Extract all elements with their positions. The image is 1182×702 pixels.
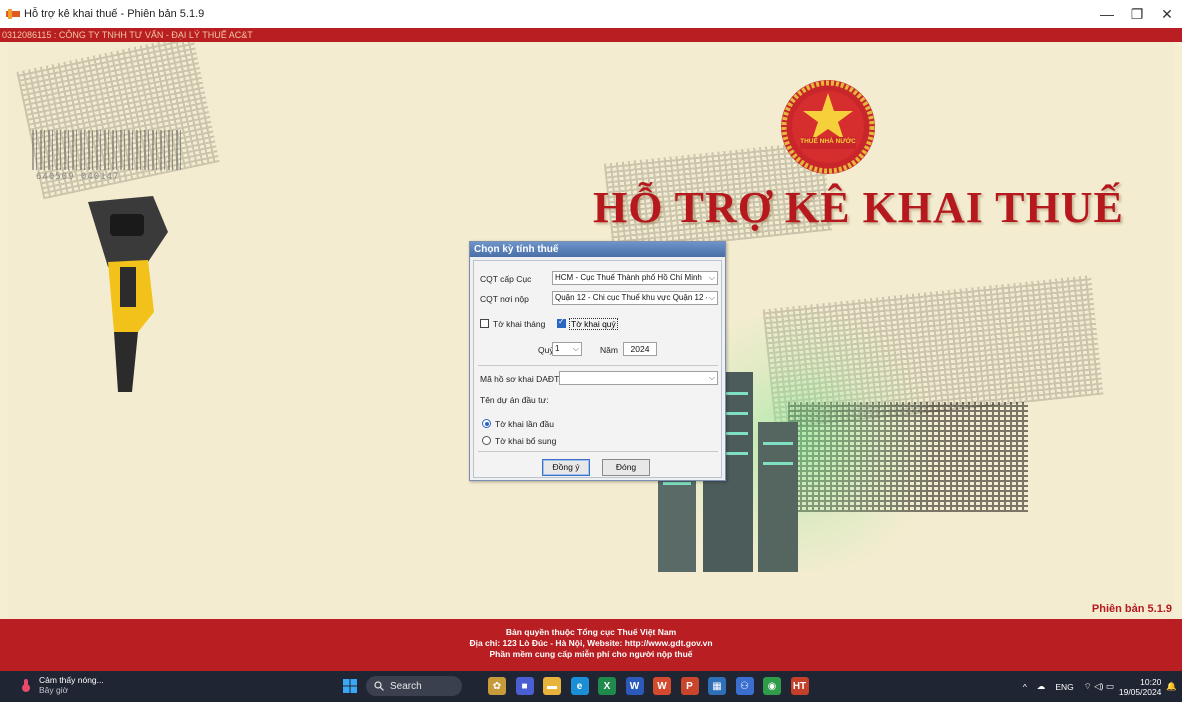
network-volume-battery-icons[interactable]: ⌔ ◁) ▭ — [1084, 681, 1114, 692]
dialog-title: Chọn kỳ tính thuế — [470, 242, 725, 257]
app-main-title: HỖ TRỢ KÊ KHAI THUẾ — [593, 183, 1124, 232]
cqt-cap-cuc-label: CQT cấp Cục — [480, 274, 532, 284]
to-khai-thang-label: Tờ khai tháng — [493, 319, 546, 329]
htkk-app-icon[interactable]: HT — [790, 677, 809, 695]
cqt-noi-nop-select[interactable]: Quận 12 - Chi cục Thuế khu vực Quận 12 -… — [552, 291, 718, 305]
version-label: Phiên bản 5.1.9 — [1091, 603, 1172, 615]
to-khai-lan-dau-label: Tờ khai lần đầu — [495, 419, 554, 429]
thermometer-icon — [22, 679, 30, 692]
to-khai-lan-dau-radio[interactable] — [482, 419, 491, 428]
close-button[interactable]: Đóng — [602, 459, 650, 476]
company-bar: 0312086115 : CÔNG TY TNHH TƯ VẤN - ĐẠI L… — [0, 28, 1182, 42]
weather-subtext: Bây giờ — [39, 685, 69, 695]
divider — [478, 451, 718, 452]
ok-button[interactable]: Đồng ý — [542, 459, 590, 476]
footer-line-3: Phần mềm cung cấp miễn phí cho người nộp… — [489, 649, 693, 659]
cqt-cap-cuc-select[interactable]: HCM - Cục Thuế Thành phố Hồ Chí Minh ⌵ — [552, 271, 718, 285]
chevron-down-icon: ⌵ — [706, 372, 715, 384]
quy-select[interactable]: 1 ⌵ — [552, 342, 582, 356]
quy-value: 1 — [555, 344, 560, 353]
barcode-number: 640509 040147 — [36, 172, 120, 182]
divider — [478, 365, 718, 366]
to-khai-bo-sung-label: Tờ khai bổ sung — [495, 436, 557, 446]
weather-text: Cảm thấy nóng... — [39, 675, 104, 685]
minimize-button[interactable]: — — [1092, 0, 1122, 28]
period-selection-dialog: Chọn kỳ tính thuế CQT cấp Cục HCM - Cục … — [469, 241, 726, 481]
system-tray: ^ ☁ ENG ⌔ ◁) ▭ 10:20 19/05/2024 🔔 — [1018, 671, 1182, 702]
widget-app-icon[interactable]: ✿ — [488, 677, 506, 695]
emblem-text: THUẾ NHÀ NƯỚC — [800, 138, 856, 145]
taskbar-search[interactable]: Search — [366, 676, 462, 696]
cqt-noi-nop-label: CQT nơi nộp — [480, 294, 529, 304]
to-khai-quy-label: Tờ khai quý — [569, 318, 618, 330]
restore-button[interactable]: ❐ — [1122, 0, 1152, 28]
windows-start-icon[interactable] — [343, 679, 357, 693]
calculator-app-icon[interactable]: ▦ — [708, 677, 726, 695]
to-khai-thang-checkbox[interactable] — [480, 319, 489, 328]
app-logo-icon — [6, 9, 20, 19]
barcode-scanner-image — [88, 196, 168, 392]
search-placeholder: Search — [390, 680, 422, 692]
network-app-icon[interactable]: ⚇ — [735, 677, 754, 695]
notification-bell-icon[interactable]: 🔔 — [1166, 681, 1177, 692]
barcode-graphic — [32, 130, 182, 170]
cloud-icon[interactable]: ☁ — [1037, 681, 1046, 692]
ten-du-an-label: Tên dự án đầu tư: — [480, 395, 549, 405]
wps-app-icon[interactable]: W — [653, 677, 671, 695]
copyright-footer: Bản quyền thuộc Tổng cục Thuế Việt Nam Đ… — [0, 619, 1182, 671]
clock[interactable]: 10:20 19/05/2024 — [1119, 677, 1162, 697]
windows-taskbar: Cảm thấy nóng... Bây giờ Search ✿ ■ ▬ e X W W P… — [0, 671, 1182, 702]
powerpoint-app-icon[interactable]: P — [680, 677, 699, 695]
dialog-body: CQT cấp Cục HCM - Cục Thuế Thành phố Hồ … — [473, 260, 722, 478]
ma-ho-so-select[interactable]: ⌵ — [559, 371, 718, 385]
language-indicator[interactable]: ENG — [1055, 682, 1073, 692]
edge-app-icon[interactable]: e — [570, 677, 589, 695]
ma-ho-so-label: Mã hồ sơ khai DAĐT — [480, 374, 560, 384]
word-app-icon[interactable]: W — [625, 677, 644, 695]
window-title: Hỗ trợ kê khai thuế - Phiên bản 5.1.9 — [24, 8, 205, 20]
tray-overflow-icon[interactable]: ^ — [1023, 682, 1027, 692]
explorer-app-icon[interactable]: ▬ — [543, 677, 561, 695]
meet-app-icon[interactable]: ■ — [515, 677, 534, 695]
tax-emblem-icon — [781, 80, 875, 174]
cqt-cap-cuc-value: HCM - Cục Thuế Thành phố Hồ Chí Minh — [555, 273, 702, 282]
to-khai-quy-checkbox[interactable] — [557, 317, 566, 328]
chevron-down-icon: ⌵ — [706, 292, 715, 304]
window-title-bar: Hỗ trợ kê khai thuế - Phiên bản 5.1.9 — … — [0, 0, 1182, 28]
clock-date: 19/05/2024 — [1118, 686, 1162, 697]
chrome-app-icon[interactable]: ◉ — [763, 677, 781, 695]
chevron-down-icon: ⌵ — [570, 343, 579, 355]
nam-label: Năm — [600, 345, 618, 355]
close-window-button[interactable]: ✕ — [1152, 0, 1182, 28]
clock-time: 10:20 — [1140, 676, 1162, 687]
to-khai-bo-sung-radio[interactable] — [482, 436, 491, 445]
weather-widget[interactable]: Cảm thấy nóng... Bây giờ — [18, 675, 104, 695]
excel-app-icon[interactable]: X — [598, 677, 616, 695]
chevron-down-icon: ⌵ — [706, 272, 715, 284]
search-icon — [374, 681, 384, 691]
nam-input[interactable]: 2024 — [623, 342, 657, 356]
footer-line-1: Bản quyền thuộc Tổng cục Thuế Việt Nam — [505, 627, 677, 637]
footer-line-2: Địa chỉ: 123 Lò Đúc - Hà Nội, Website: h… — [469, 638, 713, 648]
cqt-noi-nop-value: Quận 12 - Chi cục Thuế khu vực Quận 12 -… — [555, 293, 715, 302]
